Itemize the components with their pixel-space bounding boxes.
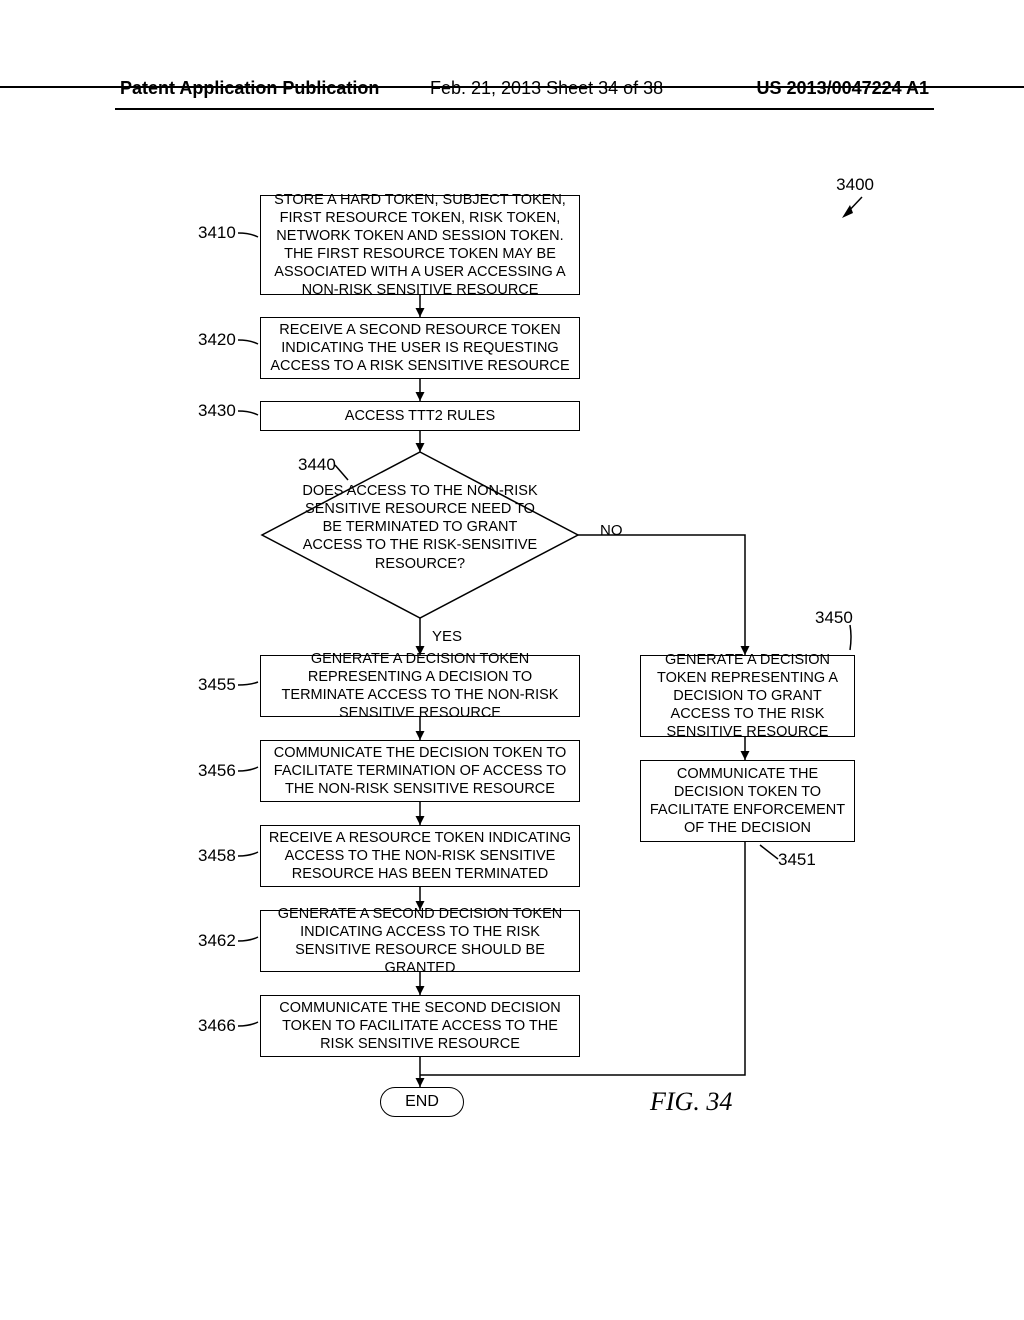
step-3450: GENERATE A DECISION TOKEN REPRESENTING A… [640, 655, 855, 737]
step-3410-text: STORE A HARD TOKEN, SUBJECT TOKEN, FIRST… [267, 191, 573, 300]
step-3455-text: GENERATE A DECISION TOKEN REPRESENTING A… [267, 650, 573, 723]
label-3456: 3456 [198, 761, 236, 781]
step-3458-text: RECEIVE A RESOURCE TOKEN INDICATING ACCE… [267, 829, 573, 883]
flow-end: END [380, 1087, 464, 1117]
end-text: END [405, 1093, 439, 1111]
label-3451: 3451 [778, 850, 816, 870]
decision-3440: DOES ACCESS TO THE NON-RISK SENSITIVE RE… [260, 450, 580, 620]
edge-no: NO [600, 522, 623, 539]
step-3430: ACCESS TTT2 RULES [260, 401, 580, 431]
label-3466: 3466 [198, 1016, 236, 1036]
step-3455: GENERATE A DECISION TOKEN REPRESENTING A… [260, 655, 580, 717]
step-3456: COMMUNICATE THE DECISION TOKEN TO FACILI… [260, 740, 580, 802]
step-3420: RECEIVE A SECOND RESOURCE TOKEN INDICATI… [260, 317, 580, 379]
edge-yes: YES [432, 628, 462, 645]
step-3462: GENERATE A SECOND DECISION TOKEN INDICAT… [260, 910, 580, 972]
step-3430-text: ACCESS TTT2 RULES [345, 407, 495, 425]
header-pubnum: US 2013/0047224 A1 [757, 78, 929, 99]
flowchart: 3400 STORE A HARD TOKEN, SUBJECT TOKEN, … [0, 165, 1024, 1265]
step-3420-text: RECEIVE A SECOND RESOURCE TOKEN INDICATI… [267, 321, 573, 375]
page: Patent Application Publication Feb. 21, … [0, 0, 1024, 1320]
decision-3440-text: DOES ACCESS TO THE NON-RISK SENSITIVE RE… [300, 482, 540, 573]
step-3456-text: COMMUNICATE THE DECISION TOKEN TO FACILI… [267, 744, 573, 798]
label-3440: 3440 [298, 455, 336, 475]
step-3410: STORE A HARD TOKEN, SUBJECT TOKEN, FIRST… [260, 195, 580, 295]
label-3410: 3410 [198, 223, 236, 243]
label-3458: 3458 [198, 846, 236, 866]
label-3430: 3430 [198, 401, 236, 421]
step-3451: COMMUNICATE THE DECISION TOKEN TO FACILI… [640, 760, 855, 842]
figure-ref-3400: 3400 [836, 175, 874, 195]
label-3450: 3450 [815, 608, 853, 628]
label-3462: 3462 [198, 931, 236, 951]
step-3462-text: GENERATE A SECOND DECISION TOKEN INDICAT… [267, 905, 573, 978]
label-3455: 3455 [198, 675, 236, 695]
step-3458: RECEIVE A RESOURCE TOKEN INDICATING ACCE… [260, 825, 580, 887]
step-3451-text: COMMUNICATE THE DECISION TOKEN TO FACILI… [647, 765, 848, 838]
step-3466: COMMUNICATE THE SECOND DECISION TOKEN TO… [260, 995, 580, 1057]
header-publication: Patent Application Publication [120, 78, 379, 99]
figure-caption: FIG. 34 [650, 1087, 732, 1117]
step-3450-text: GENERATE A DECISION TOKEN REPRESENTING A… [647, 651, 848, 742]
header-sheet: Feb. 21, 2013 Sheet 34 of 38 [430, 78, 663, 99]
label-3420: 3420 [198, 330, 236, 350]
step-3466-text: COMMUNICATE THE SECOND DECISION TOKEN TO… [267, 999, 573, 1053]
page-header: Patent Application Publication Feb. 21, … [0, 78, 1024, 88]
header-rule [115, 108, 934, 110]
